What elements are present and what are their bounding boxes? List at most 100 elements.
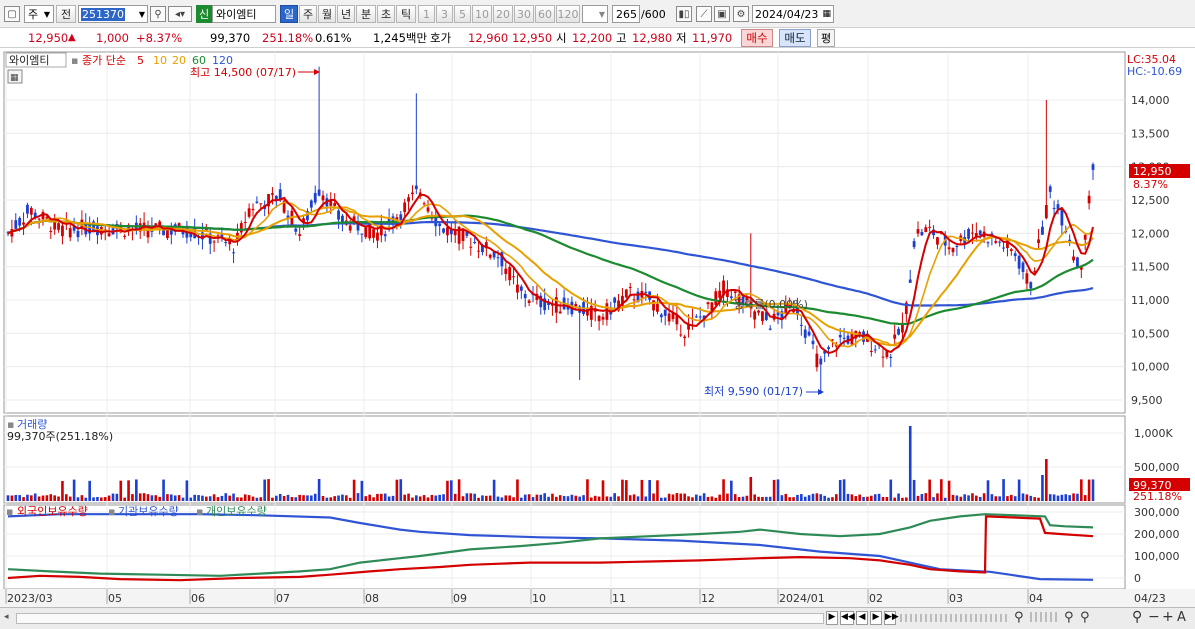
hc-label: HC:-10.69 [1127,65,1182,78]
sell-button[interactable]: 매도 [779,29,811,47]
volume-bar [92,497,95,501]
volume-bar [792,497,795,501]
step-custom-select[interactable]: ▼ [582,5,608,23]
volume-bar [947,480,951,501]
volume-bar [628,495,632,501]
volume-bar [835,494,838,501]
period-week[interactable]: 주 [299,5,317,23]
volume-bar [442,494,445,501]
volume-bar [205,496,208,501]
volume-bar [1029,495,1033,501]
step-30[interactable]: 30 [514,5,534,23]
step-5[interactable]: 5 [454,5,471,23]
period-second[interactable]: 초 [377,5,395,23]
scroll-track[interactable] [16,613,824,624]
volume-bar [325,497,329,501]
zoom-track[interactable] [900,614,1010,622]
volume-bar [757,496,760,501]
line-draw-icon[interactable]: ⟋ [696,6,712,22]
volume-bar [403,494,406,501]
price-change: 1,000 [96,31,129,45]
settings-small-icon[interactable]: ⚲ [1080,610,1090,625]
x-tick-label: 04 [1029,592,1043,605]
fast-forward-icon[interactable]: ▶▶ [884,611,899,625]
volume-bar [745,495,749,501]
search-icon[interactable]: ⚲ [150,6,166,22]
market-select-label: 주 [28,8,39,21]
volume-bar [1041,475,1044,501]
volume-bar [68,496,72,501]
current-price: 12,950 [28,31,69,45]
minus-icon[interactable]: − [1148,609,1160,625]
speaker-icon[interactable]: ◂▾ [168,6,192,22]
holdings-tick-label: 100,000 [1134,550,1180,563]
candle-body [348,225,352,231]
candle-body [1076,257,1079,268]
candle-body [679,334,683,336]
step-120[interactable]: 120 [556,5,580,23]
prev-button[interactable]: 전 [56,5,76,23]
x-right-label: 04/23 [1134,592,1166,605]
holdings-bullet-2: ▪ [108,505,115,518]
step-60[interactable]: 60 [535,5,555,23]
volume-bar [749,477,753,501]
date-value: 2024/04/23 [755,7,819,21]
candle-body [232,252,235,254]
high-price: 12,980 [632,31,673,45]
step-forward-icon[interactable]: ▶ [870,611,882,625]
volume-bar [819,494,823,501]
period-month[interactable]: 월 [318,5,336,23]
volume-bar [928,479,931,501]
step-back-icon[interactable]: ◀ [856,611,868,625]
step-1[interactable]: 1 [418,5,435,23]
table-icon-glyph: ▦ [10,73,19,83]
period-day[interactable]: 일 [280,5,298,23]
candle-body [889,356,893,358]
volume-bar [30,495,33,501]
layout-icon[interactable]: ▢ [4,6,20,22]
step-3[interactable]: 3 [436,5,453,23]
trade-amount: 1,245백만 [373,31,428,45]
volume-bar [1033,497,1036,501]
volume-bar [477,497,480,501]
period-minute[interactable]: 분 [356,5,376,23]
volume-bar [411,497,414,501]
volume-bar [123,497,126,501]
rewind-icon[interactable]: ◀◀ [840,611,855,625]
price-chart[interactable]: 14,00013,50013,00012,50012,00011,50011,0… [0,50,1195,607]
candle-body [807,331,811,336]
step-10[interactable]: 10 [472,5,492,23]
zoom-reset-icon[interactable]: ⚲ [1064,610,1074,625]
buy-button[interactable]: 매수 [741,29,773,47]
volume-bar [873,494,877,501]
candle-body [951,247,955,253]
stock-name-field[interactable]: 와이엠티 [212,5,276,23]
count-max: /600 [641,8,666,21]
zoom-in-icon[interactable]: ⚲ [1132,609,1142,625]
avg-button[interactable]: 평 [817,29,835,47]
candle-body [1083,234,1087,240]
gear-icon[interactable]: ⚙ [733,6,749,22]
scroll-left-icon[interactable]: ◂ [4,612,12,624]
volume-bar [994,496,998,501]
play-icon[interactable]: ▶ [826,611,838,625]
count-input[interactable]: 265 [612,5,640,23]
volume-tick-label: 500,000 [1134,461,1180,474]
zoom-search-icon[interactable]: ⚲ [1014,610,1024,625]
save-icon[interactable]: ▣ [714,6,730,22]
volume-bar [943,497,947,501]
step-20[interactable]: 20 [493,5,513,23]
plus-icon[interactable]: + [1162,609,1174,625]
calendar-icon[interactable]: ▦ [822,9,831,19]
volume-bar [395,479,399,501]
period-year[interactable]: 년 [337,5,355,23]
font-size-icon[interactable]: A [1177,610,1186,625]
candle-type-icon[interactable]: ▮▯ [676,6,692,22]
zoom-slider[interactable] [1030,612,1060,622]
date-input[interactable]: 2024/04/23 ▦ [752,5,834,23]
stock-code-input[interactable]: 251370 ▼ [78,5,148,23]
market-select[interactable]: 주 ▼ [24,5,54,23]
volume-bar [827,497,830,501]
candle-body [924,227,928,233]
period-tick[interactable]: 틱 [396,5,416,23]
